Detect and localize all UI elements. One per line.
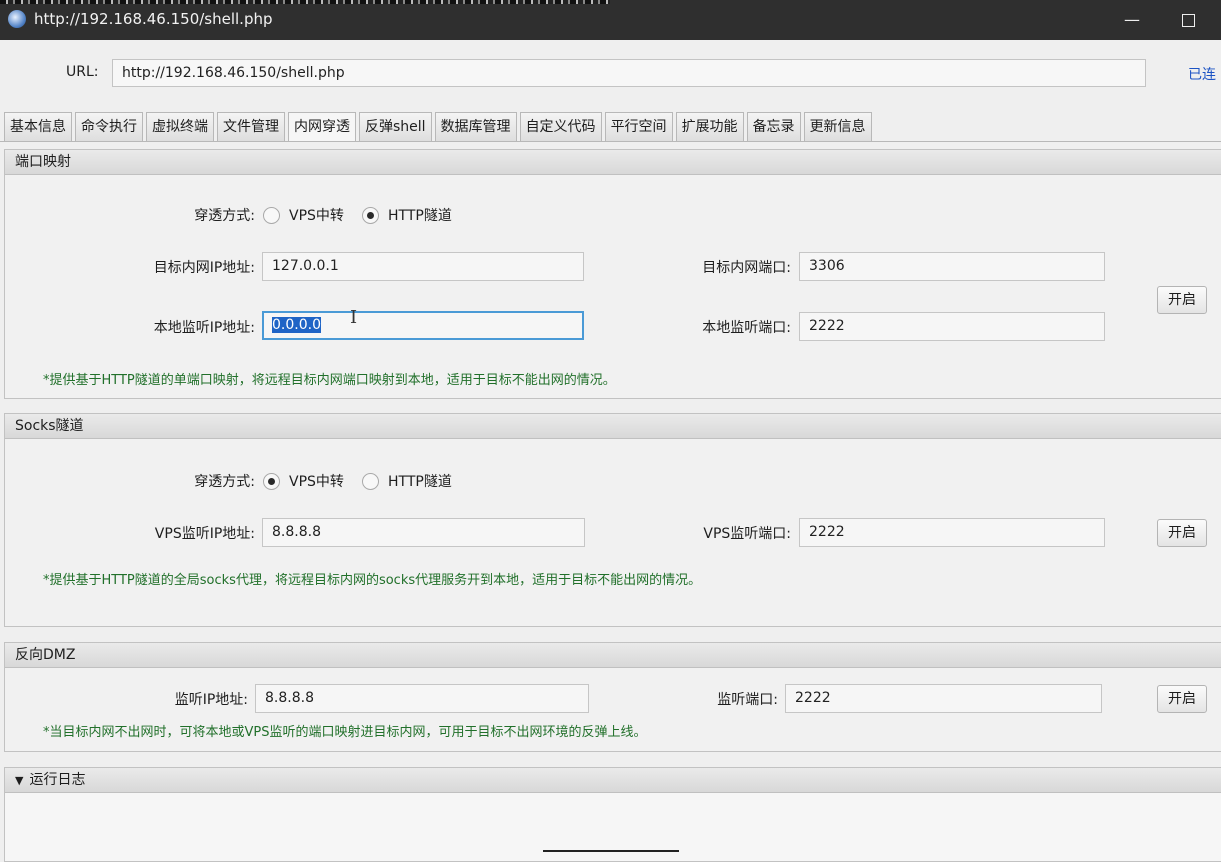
pm-target-port-label: 目标内网端口:	[702, 260, 791, 276]
app-globe-icon	[8, 10, 26, 28]
port-mapping-header: 端口映射	[5, 150, 1221, 175]
pm-local-ip-selected-text: 0.0.0.0	[272, 317, 321, 333]
pm-radio-http-label: HTTP隧道	[388, 208, 452, 224]
pm-radio-vps[interactable]: VPS中转	[263, 205, 344, 225]
tab-bar: 基本信息 命令执行 虚拟终端 文件管理 内网穿透 反弹shell 数据库管理 自…	[4, 112, 875, 141]
socks-radio-http[interactable]: HTTP隧道	[362, 471, 452, 491]
pm-target-ip-input[interactable]: 127.0.0.1	[262, 252, 584, 281]
tab-divider	[0, 141, 1221, 142]
radio-button-icon	[263, 206, 280, 224]
tab-parallel-space[interactable]: 平行空间	[604, 112, 673, 141]
pm-local-port-label: 本地监听端口:	[702, 320, 791, 336]
tab-file-manager[interactable]: 文件管理	[217, 112, 285, 141]
pm-mode-label: 穿透方式:	[194, 208, 255, 224]
run-log-section: ▼ 运行日志	[4, 767, 1221, 862]
pm-local-port-input[interactable]: 2222	[799, 312, 1105, 341]
reverse-dmz-header: 反向DMZ	[5, 643, 1221, 668]
tab-virtual-terminal[interactable]: 虚拟终端	[146, 112, 214, 141]
pm-note: *提供基于HTTP隧道的单端口映射，将远程目标内网端口映射到本地，适用于目标不能…	[43, 373, 616, 388]
pm-radio-http[interactable]: HTTP隧道	[362, 205, 452, 225]
dmz-note: *当目标内网不出网时，可将本地或VPS监听的端口映射进目标内网，可用于目标不出网…	[43, 725, 647, 740]
title-bar: http://192.168.46.150/shell.php —	[0, 0, 1221, 40]
url-label: URL:	[66, 64, 99, 80]
pm-local-ip-label: 本地监听IP地址:	[153, 320, 255, 336]
pm-start-button[interactable]: 开启	[1157, 286, 1207, 314]
dmz-port-input[interactable]: 2222	[785, 684, 1102, 713]
connection-status: 已连	[1188, 67, 1216, 83]
maximize-button[interactable]	[1174, 8, 1202, 32]
collapse-triangle-icon[interactable]: ▼	[15, 774, 23, 787]
url-input[interactable]: http://192.168.46.150/shell.php	[112, 59, 1146, 87]
tab-custom-code[interactable]: 自定义代码	[519, 112, 602, 141]
socks-vps-ip-label: VPS监听IP地址:	[154, 526, 255, 542]
socks-radio-vps[interactable]: VPS中转	[263, 471, 344, 491]
socks-radio-vps-label: VPS中转	[289, 474, 344, 490]
radio-button-selected-icon	[362, 206, 379, 224]
tab-database-manager[interactable]: 数据库管理	[434, 112, 517, 141]
tab-command-exec[interactable]: 命令执行	[75, 112, 143, 141]
minimize-button[interactable]: —	[1118, 8, 1146, 32]
window-title: http://192.168.46.150/shell.php	[34, 10, 273, 28]
tab-reverse-shell[interactable]: 反弹shell	[359, 112, 432, 141]
dmz-port-label: 监听端口:	[717, 692, 778, 708]
socks-vps-ip-input[interactable]: 8.8.8.8	[262, 518, 585, 547]
socks-note: *提供基于HTTP隧道的全局socks代理，将远程目标内网的socks代理服务开…	[43, 573, 702, 588]
title-bar-artifact	[0, 0, 610, 4]
radio-button-icon	[362, 472, 379, 490]
dmz-start-button[interactable]: 开启	[1157, 685, 1207, 713]
tab-memo[interactable]: 备忘录	[746, 112, 801, 141]
pm-target-ip-label: 目标内网IP地址:	[153, 260, 255, 276]
socks-header: Socks隧道	[5, 414, 1221, 439]
pm-radio-vps-label: VPS中转	[289, 208, 344, 224]
tab-intranet-tunnel[interactable]: 内网穿透	[288, 112, 356, 141]
radio-button-selected-icon	[263, 472, 280, 490]
dmz-ip-label: 监听IP地址:	[174, 692, 248, 708]
run-log-header[interactable]: ▼ 运行日志	[5, 768, 1221, 793]
maximize-icon	[1181, 14, 1195, 27]
socks-mode-label: 穿透方式:	[194, 474, 255, 490]
socks-radio-http-label: HTTP隧道	[388, 474, 452, 490]
pm-local-ip-input[interactable]: 0.0.0.0	[262, 311, 584, 340]
tab-basic-info[interactable]: 基本信息	[4, 112, 72, 141]
socks-vps-port-label: VPS监听端口:	[703, 526, 791, 542]
tab-extensions[interactable]: 扩展功能	[675, 112, 744, 141]
socks-start-button[interactable]: 开启	[1157, 519, 1207, 547]
pm-target-port-input[interactable]: 3306	[799, 252, 1105, 281]
run-log-title: 运行日志	[29, 772, 86, 788]
dmz-ip-input[interactable]: 8.8.8.8	[255, 684, 589, 713]
socks-vps-port-input[interactable]: 2222	[799, 518, 1105, 547]
tab-update-info[interactable]: 更新信息	[803, 112, 872, 141]
text-cursor-icon: I	[350, 307, 358, 328]
